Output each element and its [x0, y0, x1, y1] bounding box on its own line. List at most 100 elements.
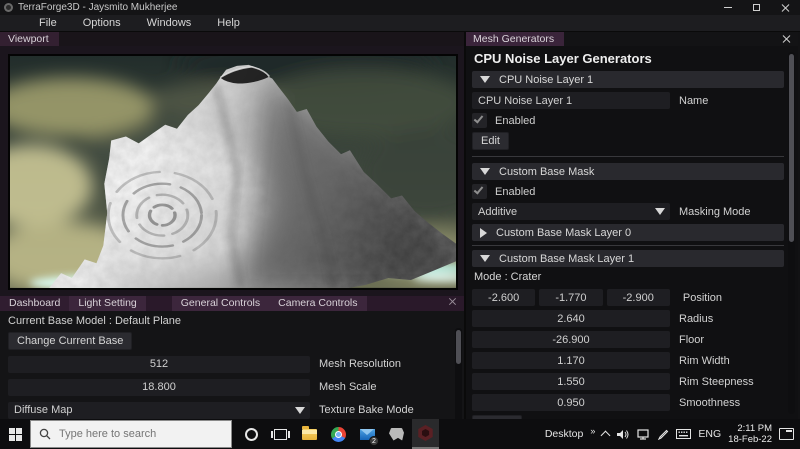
search-icon [39, 428, 51, 440]
dashboard-panel: Dashboard Light Setting General Controls… [0, 295, 464, 431]
chevron-down-icon [480, 168, 490, 175]
chevron-down-icon [655, 208, 665, 215]
window-title: TerraForge3D - Jaysmito Mukherjee [18, 2, 178, 13]
minimize-button[interactable] [713, 0, 742, 15]
tab-camera-controls[interactable]: Camera Controls [269, 295, 367, 311]
menubar: File Options Windows Help [0, 15, 800, 32]
dashboard-scrollbar[interactable] [455, 327, 462, 431]
custom-base-mask-layer-0-header[interactable]: Custom Base Mask Layer 0 [472, 224, 784, 241]
tab-light-setting[interactable]: Light Setting [69, 295, 146, 311]
smoothness-field[interactable]: 0.950 [472, 394, 670, 411]
current-base-model-text: Current Base Model : Default Plane [8, 314, 182, 327]
rim-width-label: Rim Width [679, 354, 730, 367]
terraforge3d-window: TerraForge3D - Jaysmito Mukherjee File O… [0, 0, 800, 449]
menu-help[interactable]: Help [204, 15, 253, 31]
mesh-scale-field[interactable]: 18.800 [8, 378, 310, 396]
check-icon [473, 113, 484, 124]
terrain-3d-render[interactable] [8, 54, 458, 290]
dashboard-tabbar: Dashboard Light Setting General Controls… [0, 295, 464, 311]
action-center-icon[interactable] [779, 428, 794, 440]
edit-button[interactable]: Edit [472, 132, 509, 150]
separator [472, 245, 784, 246]
smoothness-label: Smoothness [679, 396, 741, 409]
rim-steepness-label: Rim Steepness [679, 375, 754, 388]
floor-label: Floor [679, 333, 705, 346]
tab-viewport[interactable]: Viewport [0, 32, 59, 46]
masking-mode-label: Masking Mode [679, 205, 751, 218]
mesh-resolution-label: Mesh Resolution [319, 358, 401, 371]
position-label: Position [682, 291, 723, 304]
change-current-base-button[interactable]: Change Current Base [8, 331, 133, 350]
task-view-icon[interactable] [267, 419, 294, 449]
mesh-generators-close-icon[interactable] [782, 35, 792, 45]
rim-width-field[interactable]: 1.170 [472, 352, 670, 369]
overflow-chevron-icon[interactable]: » [590, 426, 595, 436]
cpu-noise-layer-generators-title: CPU Noise Layer Generators [474, 51, 652, 66]
menu-options[interactable]: Options [70, 15, 134, 31]
mesh-generators-scrollbar[interactable] [788, 52, 795, 414]
clock[interactable]: 2:11 PM 18-Feb-22 [728, 423, 772, 446]
mask-enabled-label: Enabled [495, 185, 536, 198]
chevron-down-icon [295, 406, 305, 414]
app-icon [4, 3, 13, 12]
cortana-icon[interactable] [238, 419, 265, 449]
texture-bake-mode-label: Texture Bake Mode [319, 404, 414, 417]
viewport-panel [0, 46, 464, 296]
menu-file[interactable]: File [26, 15, 70, 31]
chevron-down-icon [480, 76, 490, 83]
app-icon-gray[interactable] [383, 419, 410, 449]
position-z-field[interactable]: -2.900 [606, 289, 670, 306]
tab-mesh-generators[interactable]: Mesh Generators [466, 32, 565, 46]
mail-badge: 2 [369, 436, 379, 446]
windows-taskbar: 2 Desktop » ENG 2:11 PM 18-Feb-22 [0, 419, 800, 449]
mail-icon[interactable]: 2 [354, 419, 381, 449]
floor-field[interactable]: -26.900 [472, 331, 670, 348]
masking-mode-dropdown[interactable]: Additive [472, 203, 670, 220]
maximize-button[interactable] [742, 0, 771, 15]
file-explorer-icon[interactable] [296, 419, 323, 449]
close-button[interactable] [771, 0, 800, 15]
enabled-label: Enabled [495, 114, 536, 127]
desktop-label[interactable]: Desktop [545, 428, 584, 440]
network-icon[interactable] [637, 428, 651, 440]
position-x-field[interactable]: -2.600 [472, 289, 536, 306]
start-button[interactable] [0, 419, 30, 449]
cpu-noise-layer-1-header[interactable]: CPU Noise Layer 1 [472, 71, 784, 88]
pen-icon[interactable] [658, 429, 669, 440]
radius-label: Radius [679, 312, 714, 325]
custom-base-mask-header[interactable]: Custom Base Mask [472, 163, 784, 180]
name-label: Name [679, 94, 709, 107]
chevron-right-icon [480, 227, 487, 238]
terraforge3d-taskbar-icon[interactable] [412, 419, 439, 449]
enabled-checkbox[interactable] [472, 113, 487, 128]
time-text: 2:11 PM [737, 422, 772, 434]
chrome-icon[interactable] [325, 419, 352, 449]
date-text: 18-Feb-22 [728, 434, 772, 445]
titlebar: TerraForge3D - Jaysmito Mukherjee [0, 0, 800, 15]
hidden-icons-chevron-icon[interactable] [602, 430, 610, 438]
position-y-field[interactable]: -1.770 [539, 289, 603, 306]
mode-crater-text: Mode : Crater [474, 271, 542, 283]
dashboard-close-icon[interactable] [448, 297, 460, 309]
mesh-scale-label: Mesh Scale [319, 381, 377, 394]
check-icon [473, 184, 484, 195]
search-input[interactable] [59, 428, 209, 440]
windows-logo-icon [8, 427, 22, 441]
layer-name-input[interactable]: CPU Noise Layer 1 [472, 92, 670, 109]
volume-icon[interactable] [617, 429, 630, 440]
rim-steepness-field[interactable]: 1.550 [472, 373, 670, 390]
separator [472, 156, 784, 157]
radius-field[interactable]: 2.640 [472, 310, 670, 327]
mesh-resolution-field[interactable]: 512 [8, 355, 310, 373]
tab-general-controls[interactable]: General Controls [171, 295, 270, 311]
taskbar-search[interactable] [30, 420, 232, 448]
language-indicator[interactable]: ENG [698, 428, 721, 440]
texture-bake-mode-dropdown[interactable]: Diffuse Map [8, 401, 310, 419]
viewport-tabbar: Viewport [0, 32, 464, 46]
mask-enabled-checkbox[interactable] [472, 184, 487, 199]
tab-dashboard[interactable]: Dashboard [0, 295, 70, 311]
custom-base-mask-layer-1-header[interactable]: Custom Base Mask Layer 1 [472, 250, 784, 267]
menu-windows[interactable]: Windows [134, 15, 205, 31]
chevron-down-icon [480, 255, 490, 262]
touch-keyboard-icon[interactable] [676, 429, 692, 439]
